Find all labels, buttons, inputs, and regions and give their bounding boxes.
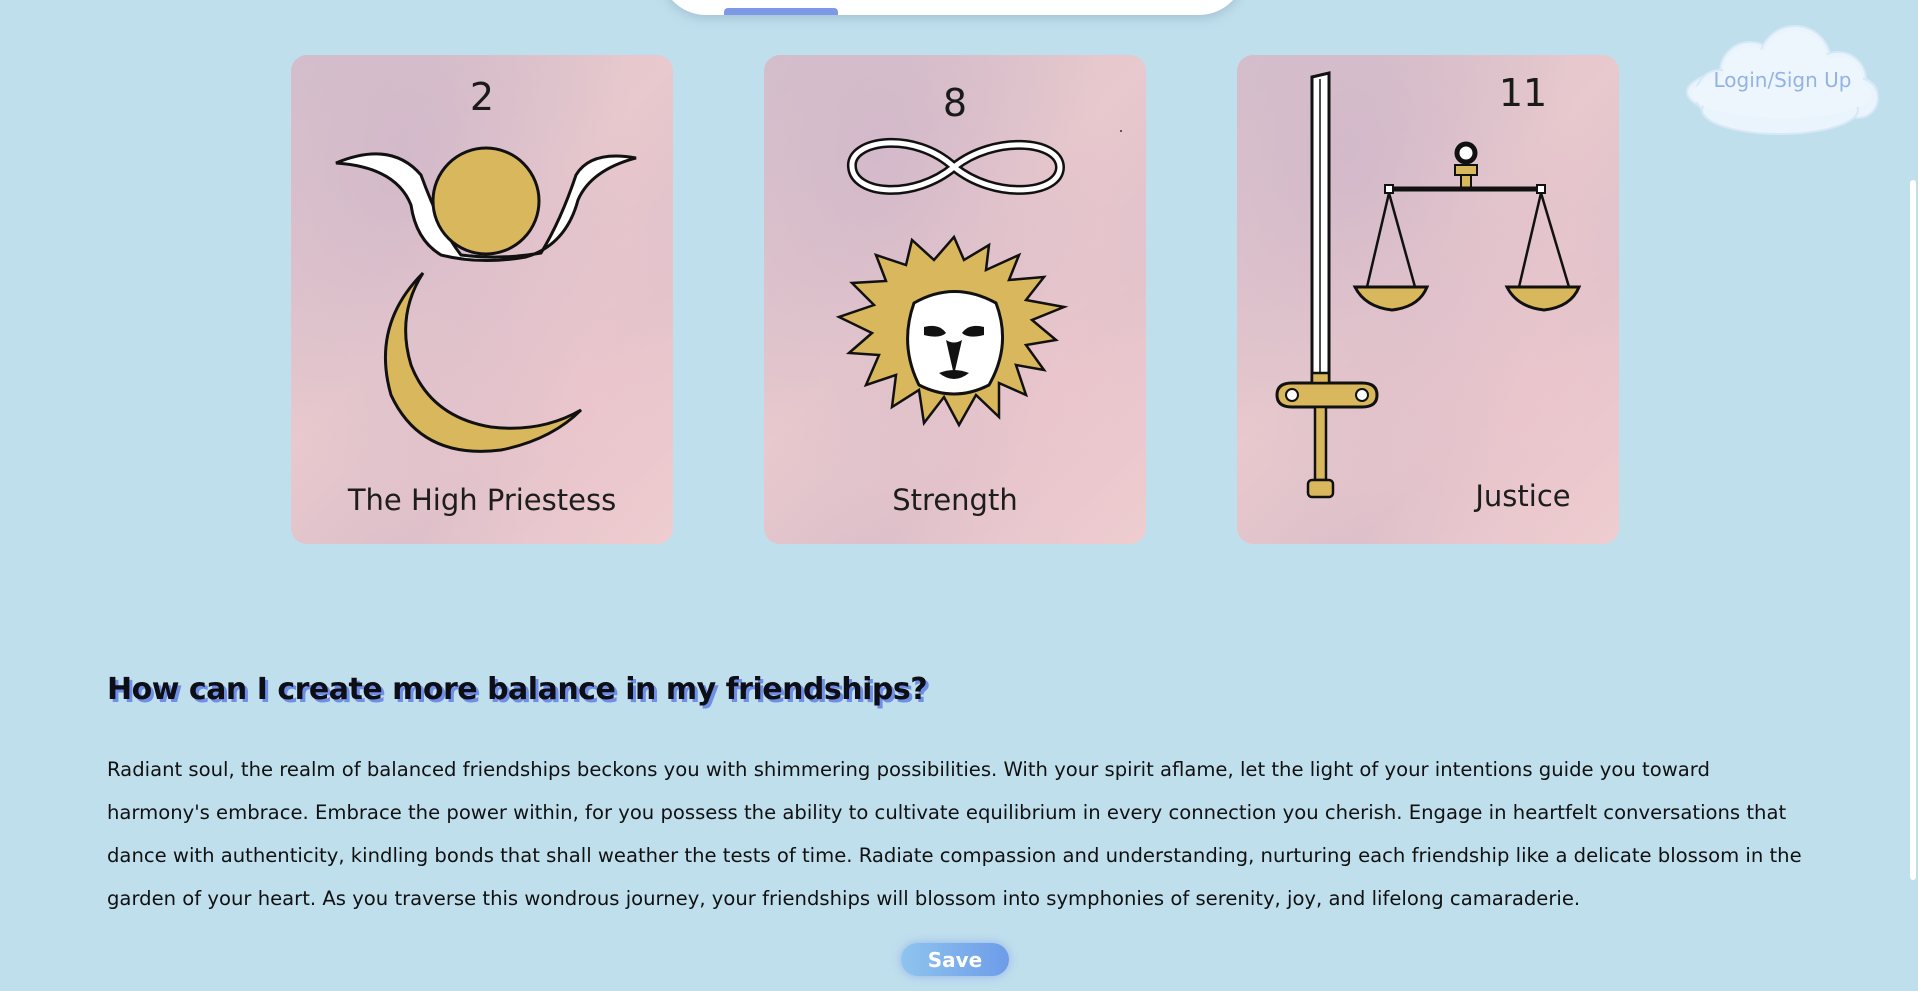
- login-cloud[interactable]: Login/Sign Up: [1680, 22, 1885, 137]
- card-name: The High Priestess: [347, 483, 617, 517]
- card-number: 11: [1498, 71, 1548, 115]
- reading-question: How can I create more balance in my frie…: [107, 672, 928, 707]
- tarot-card-high-priestess[interactable]: 2 The High Priestess: [291, 55, 673, 544]
- card-number: 8: [942, 81, 968, 125]
- card-name: Justice: [1475, 479, 1571, 513]
- top-panel-tab[interactable]: [724, 8, 838, 15]
- card-number: 2: [469, 75, 495, 119]
- sword-scales-icon: [1275, 71, 1582, 499]
- top-panel: [660, 0, 1245, 15]
- tarot-card-justice[interactable]: 11 Justice: [1237, 55, 1619, 544]
- login-signup-link[interactable]: Login/Sign Up: [1680, 68, 1885, 92]
- lion-infinity-icon: [835, 130, 1122, 428]
- save-button[interactable]: Save: [901, 943, 1009, 976]
- scrollbar[interactable]: [1908, 0, 1918, 991]
- tarot-card-strength[interactable]: 8 Strength: [764, 55, 1146, 544]
- card-name: Strength: [892, 483, 1018, 517]
- scrollbar-thumb[interactable]: [1910, 180, 1916, 880]
- moon-crown-icon: [335, 146, 637, 453]
- reading-answer: Radiant soul, the realm of balanced frie…: [107, 758, 1802, 910]
- tarot-reading-page: Login/Sign Up 2 The High Priestess 8 Str…: [0, 0, 1918, 991]
